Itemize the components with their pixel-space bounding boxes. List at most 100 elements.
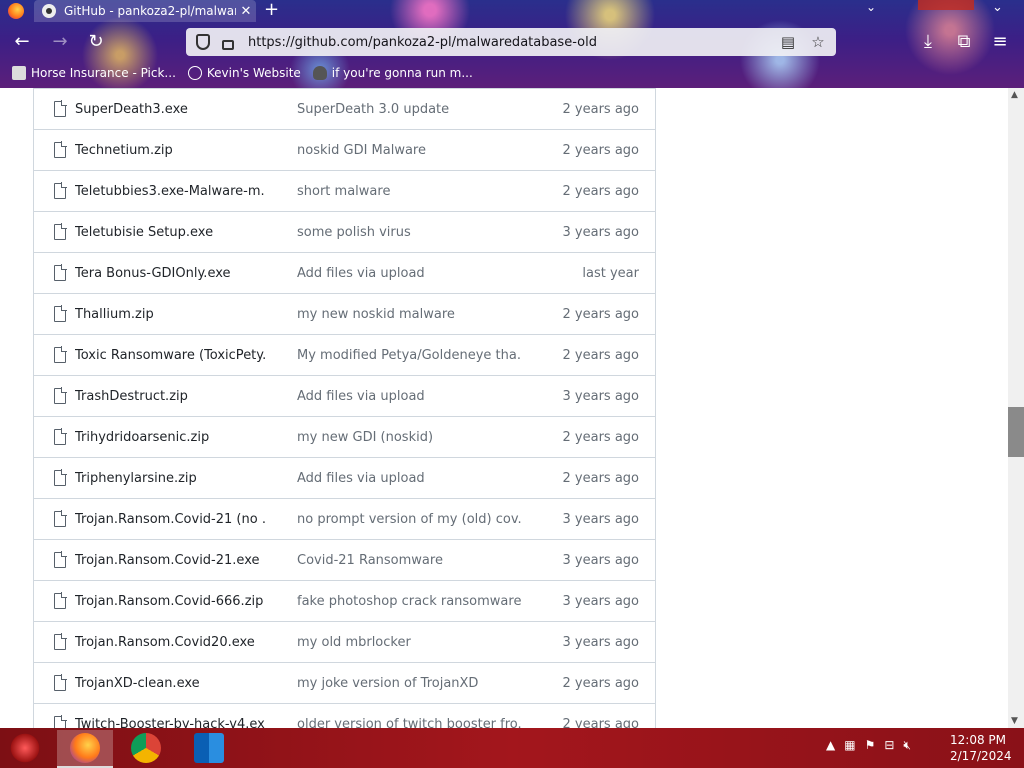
start-button[interactable] (8, 732, 42, 764)
bookmarks-toolbar: Horse Insurance - Pick... Kevin's Websit… (0, 62, 1024, 84)
tray-flag-icon[interactable]: ⚑ (865, 738, 876, 753)
table-row[interactable]: Tera Bonus-GDIOnly.exe Add files via uplo… (34, 252, 655, 293)
tab-list-chevron-icon[interactable]: ⌄ (866, 0, 876, 14)
taskbar-chrome[interactable] (118, 730, 174, 766)
commit-message-link[interactable]: older version of twitch booster fro... (297, 717, 522, 729)
commit-message-link[interactable]: my new GDI (noskid) (297, 430, 522, 445)
table-row[interactable]: Trojan.Ransom.Covid20.exe my old mbrlocke… (34, 621, 655, 662)
url-text[interactable]: https://github.com/pankoza2-pl/malwareda… (248, 35, 776, 50)
file-name-link[interactable]: Thallium.zip (75, 307, 265, 322)
url-bar[interactable]: https://github.com/pankoza2-pl/malwareda… (186, 28, 836, 56)
bookmark-if-youre-gonna[interactable]: if you're gonna run m... (312, 66, 473, 80)
forward-arrow-icon[interactable]: → (48, 30, 72, 54)
page-viewport[interactable]: SuperDeath3.exe SuperDeath 3.0 update 2 ye… (0, 88, 1008, 728)
commit-date: 3 years ago (562, 552, 639, 568)
back-arrow-icon[interactable]: ← (10, 30, 34, 54)
tray-network-icon[interactable]: ⊟ (884, 738, 894, 753)
file-name-link[interactable]: Twitch-Booster-by-hack-v4.exe (75, 717, 265, 729)
page-scrollbar[interactable]: ▲ ▼ (1008, 88, 1024, 728)
file-name-link[interactable]: Trojan.Ransom.Covid20.exe (75, 635, 265, 650)
table-row[interactable]: Teletubisie Setup.exe some polish virus 3 … (34, 211, 655, 252)
commit-date: 2 years ago (562, 675, 639, 691)
downloads-icon[interactable]: ⤓ (916, 30, 940, 54)
lock-icon[interactable] (222, 40, 234, 50)
table-row[interactable]: Triphenylarsine.zip Add files via upload 2… (34, 457, 655, 498)
bookmark-horse-insurance[interactable]: Horse Insurance - Pick... (12, 66, 176, 80)
file-icon (54, 551, 67, 568)
reload-icon[interactable]: ↻ (84, 30, 108, 54)
clock-date: 2/17/2024 (950, 749, 1012, 763)
table-row[interactable]: Trojan.Ransom.Covid-21.exe Covid-21 Ranso… (34, 539, 655, 580)
table-row[interactable]: TrojanXD-clean.exe my joke version of Tro… (34, 662, 655, 703)
table-row[interactable]: Trojan.Ransom.Covid-21 (no ... no prompt … (34, 498, 655, 539)
commit-message-link[interactable]: no prompt version of my (old) cov... (297, 512, 522, 527)
taskbar-firefox[interactable] (57, 730, 113, 768)
bookmark-kevins-website[interactable]: Kevin's Website (187, 66, 301, 80)
commit-message-link[interactable]: my joke version of TrojanXD (297, 676, 522, 691)
new-tab-button[interactable]: + (264, 0, 279, 20)
commit-message-link[interactable]: Add files via upload (297, 266, 522, 281)
file-name-link[interactable]: TrashDestruct.zip (75, 389, 265, 404)
firefox-menu-icon[interactable] (8, 3, 24, 19)
table-row[interactable]: Twitch-Booster-by-hack-v4.exe older versi… (34, 703, 655, 728)
table-row[interactable]: Toxic Ransomware (ToxicPety... My modifie… (34, 334, 655, 375)
file-name-link[interactable]: Teletubisie Setup.exe (75, 225, 265, 240)
bookmark-label: Horse Insurance - Pick... (31, 66, 176, 80)
taskbar: ▲ ▦ ⚑ ⊟ 🔇︎ 12:08 PM 2/17/2024 (0, 728, 1024, 768)
file-name-link[interactable]: Teletubbies3.exe-Malware-m... (75, 184, 265, 199)
file-name-link[interactable]: Trojan.Ransom.Covid-666.zip (75, 594, 265, 609)
system-tray: ▲ ▦ ⚑ ⊟ 🔇︎ (826, 738, 920, 753)
commit-message-link[interactable]: SuperDeath 3.0 update (297, 102, 522, 117)
skull-icon (312, 66, 327, 80)
file-name-link[interactable]: Tera Bonus-GDIOnly.exe (75, 266, 265, 281)
app-menu-icon[interactable]: ≡ (988, 30, 1012, 54)
file-name-link[interactable]: Trojan.Ransom.Covid-21 (no ... (75, 512, 265, 527)
commit-message-link[interactable]: Add files via upload (297, 389, 522, 404)
commit-message-link[interactable]: my old mbrlocker (297, 635, 522, 650)
commit-date: 3 years ago (562, 224, 639, 240)
taskbar-outlook[interactable] (181, 730, 237, 766)
scrollbar-thumb[interactable] (1008, 407, 1024, 457)
table-row[interactable]: TrashDestruct.zip Add files via upload 3 y… (34, 375, 655, 416)
window-controls[interactable] (918, 0, 974, 10)
commit-message-link[interactable]: Add files via upload (297, 471, 522, 486)
file-name-link[interactable]: SuperDeath3.exe (75, 102, 265, 117)
file-name-link[interactable]: Trojan.Ransom.Covid-21.exe (75, 553, 265, 568)
file-rows: SuperDeath3.exe SuperDeath 3.0 update 2 ye… (34, 88, 655, 728)
scroll-down-icon[interactable]: ▼ (1011, 716, 1018, 726)
file-name-link[interactable]: Technetium.zip (75, 143, 265, 158)
file-icon (54, 633, 67, 650)
scroll-up-icon[interactable]: ▲ (1011, 90, 1018, 100)
tab-github[interactable]: GitHub - pankoza2-pl/malware ✕ (34, 0, 256, 22)
file-name-link[interactable]: Triphenylarsine.zip (75, 471, 265, 486)
file-name-link[interactable]: Trihydridoarsenic.zip (75, 430, 265, 445)
commit-message-link[interactable]: Covid-21 Ransomware (297, 553, 522, 568)
extensions-icon[interactable]: ⧉ (952, 30, 976, 54)
commit-message-link[interactable]: My modified Petya/Goldeneye tha... (297, 348, 522, 363)
tab-close-icon[interactable]: ✕ (236, 4, 256, 19)
commit-message-link[interactable]: fake photoshop crack ransomware... (297, 594, 522, 609)
file-name-link[interactable]: TrojanXD-clean.exe (75, 676, 265, 691)
tracking-shield-icon[interactable] (196, 34, 210, 50)
commit-message-link[interactable]: short malware (297, 184, 522, 199)
commit-message-link[interactable]: some polish virus (297, 225, 522, 240)
commit-message-link[interactable]: noskid GDI Malware (297, 143, 522, 158)
table-row[interactable]: Teletubbies3.exe-Malware-m... short malwa… (34, 170, 655, 211)
bookmark-star-icon[interactable]: ☆ (806, 33, 830, 51)
taskbar-clock[interactable]: 12:08 PM 2/17/2024 (950, 732, 1012, 764)
table-row[interactable]: Technetium.zip noskid GDI Malware 2 years … (34, 129, 655, 170)
tray-mute-icon[interactable]: 🔇︎ (903, 738, 911, 753)
tray-chevron-icon[interactable]: ▲ (826, 738, 835, 753)
file-name-link[interactable]: Toxic Ransomware (ToxicPety... (75, 348, 265, 363)
reader-view-icon[interactable]: ▤ (776, 33, 800, 51)
file-icon (54, 346, 67, 363)
commit-date: 2 years ago (562, 429, 639, 445)
tray-network-grid-icon[interactable]: ▦ (844, 738, 855, 753)
commit-message-link[interactable]: my new noskid malware (297, 307, 522, 322)
window-close-icon[interactable]: ⌄ (992, 0, 1003, 15)
table-row[interactable]: SuperDeath3.exe SuperDeath 3.0 update 2 ye… (34, 88, 655, 129)
table-row[interactable]: Thallium.zip my new noskid malware 2 years… (34, 293, 655, 334)
bookmark-label: Kevin's Website (206, 66, 301, 80)
table-row[interactable]: Trojan.Ransom.Covid-666.zip fake photosho… (34, 580, 655, 621)
table-row[interactable]: Trihydridoarsenic.zip my new GDI (noskid)… (34, 416, 655, 457)
